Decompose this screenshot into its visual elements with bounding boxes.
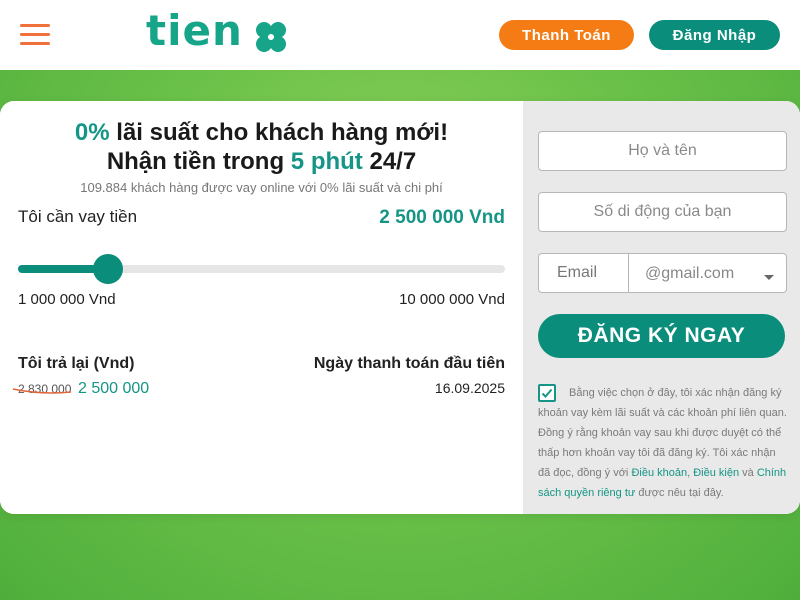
chevron-down-icon	[764, 275, 774, 280]
conditions-link[interactable]: Điều kiện	[693, 467, 739, 479]
menu-bar	[20, 33, 50, 36]
phone-input[interactable]	[538, 192, 787, 232]
clover-icon	[256, 22, 286, 52]
discounted-repay-amount: 2 500 000	[78, 380, 150, 397]
register-button[interactable]: ĐĂNG KÝ NGAY	[538, 314, 785, 358]
headline-rate: 0%	[74, 119, 110, 146]
strikethrough-mark	[12, 388, 72, 394]
email-domain-select[interactable]: @gmail.com	[628, 253, 787, 293]
registration-form: @gmail.com ĐĂNG KÝ NGAY Bằng việc chọn ở…	[523, 101, 800, 514]
consent-text-main: Bằng việc chọn ở đây, tôi xác nhận đăng …	[538, 387, 787, 479]
consent-text: Bằng việc chọn ở đây, tôi xác nhận đăng …	[538, 383, 788, 503]
loan-amount-slider[interactable]	[18, 254, 505, 284]
loan-amount-label: Tôi cần vay tiền	[18, 207, 138, 226]
login-button[interactable]: Đăng Nhập	[649, 20, 780, 50]
headline-line1: lãi suất cho khách hàng mới!	[109, 119, 449, 146]
logo[interactable]: tien	[146, 6, 291, 58]
consent-text-end: được nêu tại đây.	[635, 487, 724, 499]
headline-line2-end: 24/7	[362, 148, 417, 175]
repay-label: Tôi trả lại (Vnd)	[18, 355, 135, 372]
email-group: @gmail.com	[538, 253, 787, 293]
slider-min-label: 1 000 000 Vnd	[18, 291, 116, 308]
consent-and: và	[739, 467, 757, 479]
slider-max-label: 10 000 000 Vnd	[399, 291, 505, 308]
menu-icon[interactable]	[20, 24, 50, 46]
payment-button[interactable]: Thanh Toán	[499, 20, 634, 50]
email-domain-value: @gmail.com	[645, 265, 735, 282]
site-header: tien Thanh Toán Đăng Nhập	[0, 0, 800, 70]
loan-calculator: 0% lãi suất cho khách hàng mới! Nhận tiề…	[0, 101, 523, 514]
terms-link[interactable]: Điều khoản	[631, 467, 687, 479]
headline-time: 5 phút	[290, 148, 363, 175]
loan-amount-value: 2 500 000 Vnd	[379, 207, 505, 228]
menu-bar	[20, 24, 50, 27]
slider-handle[interactable]	[93, 254, 123, 284]
full-name-input[interactable]	[538, 131, 787, 171]
email-input[interactable]	[538, 253, 629, 293]
first-payment-date: 16.09.2025	[434, 380, 505, 396]
logo-text: tien	[146, 6, 243, 55]
customer-count-text: 109.884 khách hàng được vay online với 0…	[80, 180, 443, 195]
menu-bar	[20, 42, 50, 45]
headline-line2-start: Nhận tiền trong	[106, 148, 291, 175]
first-payment-label: Ngày thanh toán đầu tiên	[313, 355, 505, 372]
headline: 0% lãi suất cho khách hàng mới! Nhận tiề…	[0, 118, 523, 176]
loan-card: 0% lãi suất cho khách hàng mới! Nhận tiề…	[0, 101, 800, 514]
